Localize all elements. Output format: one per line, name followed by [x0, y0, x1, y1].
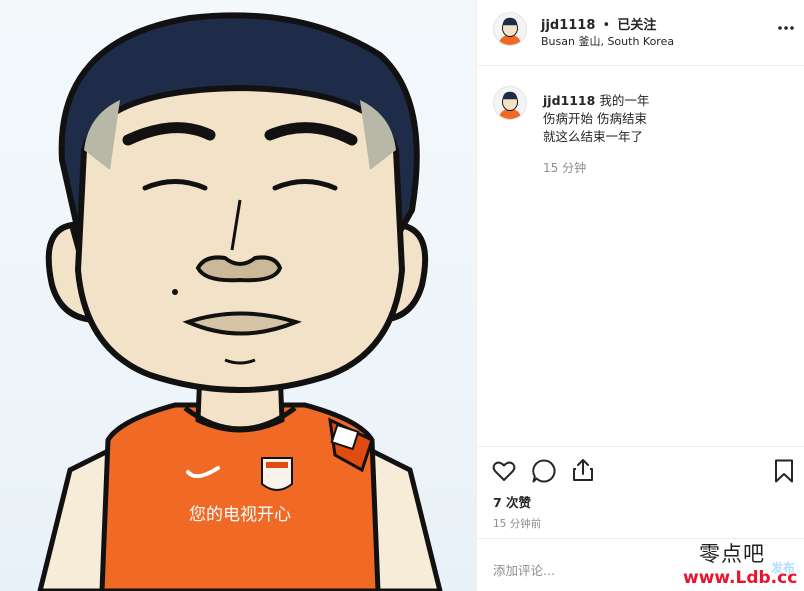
instagram-post: 您的电视开心 jjd1118 • 已关注 Busan 釜山, South Kor…: [0, 0, 804, 591]
avatar-cartoon-icon: [494, 87, 526, 119]
header-username-link[interactable]: jjd1118: [541, 18, 595, 33]
watermark-url: www.Ldb.cc: [683, 568, 798, 588]
bookmark-icon[interactable]: [771, 458, 797, 484]
caption-line-1: jjd1118 我的一年: [543, 90, 649, 109]
likes-count[interactable]: 7 次赞: [493, 492, 531, 511]
caption-text: 我的一年: [599, 93, 650, 108]
post-image[interactable]: 您的电视开心: [0, 0, 476, 591]
heart-icon[interactable]: [491, 458, 517, 484]
post-actions: 7 次赞 15 分钟前: [477, 446, 804, 538]
caption-username-link[interactable]: jjd1118: [543, 93, 595, 108]
jersey-sponsor-text: 您的电视开心: [189, 505, 291, 525]
separator-dot: •: [602, 18, 611, 33]
follow-status-button[interactable]: 已关注: [617, 18, 656, 33]
caption-avatar[interactable]: [493, 86, 527, 120]
cartoon-portrait-illustration: 您的电视开心: [37, 12, 443, 591]
watermark-title: 零点吧: [699, 542, 765, 566]
caption-line-2: 伤病开始 伤病结束: [543, 111, 647, 126]
header-user-line: jjd1118 • 已关注: [541, 14, 656, 33]
avatar-cartoon-icon: [494, 13, 526, 45]
caption-timestamp: 15 分钟: [543, 161, 587, 175]
user-avatar[interactable]: [493, 12, 527, 46]
share-icon[interactable]: [570, 457, 596, 483]
post-header: jjd1118 • 已关注 Busan 釜山, South Korea: [477, 0, 804, 66]
location-link[interactable]: Busan 釜山, South Korea: [541, 33, 674, 49]
post-timestamp[interactable]: 15 分钟前: [493, 516, 541, 531]
comment-input[interactable]: 添加评论...: [493, 560, 555, 579]
post-sidebar: jjd1118 • 已关注 Busan 釜山, South Korea jjd1…: [476, 0, 804, 591]
comment-icon[interactable]: [531, 458, 557, 484]
caption-line-3: 就这么结束一年了: [543, 129, 644, 144]
more-horizontal-icon[interactable]: [777, 19, 795, 37]
